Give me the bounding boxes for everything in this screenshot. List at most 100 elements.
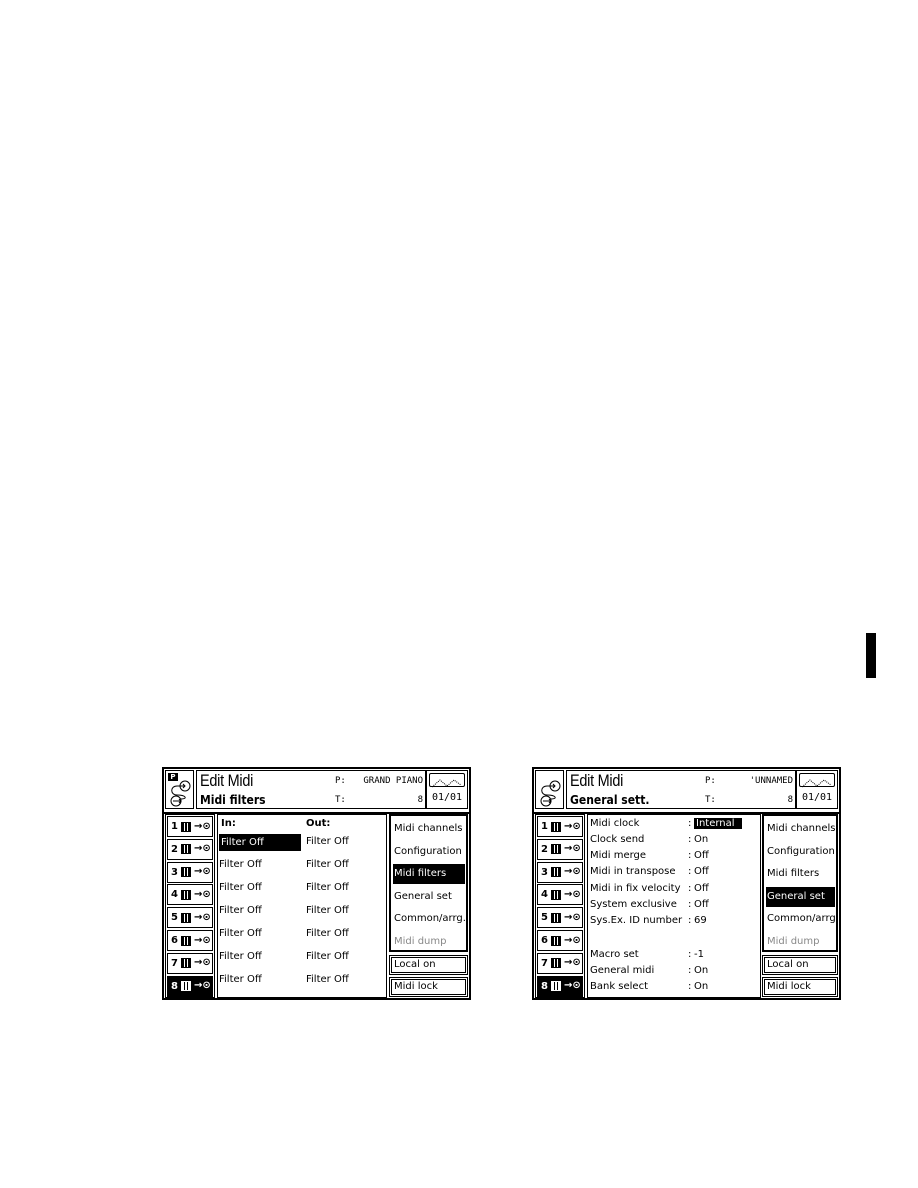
setting-label: Midi in transpose [590,866,676,877]
track-button-5[interactable]: 5 →⊙ [167,907,213,929]
midi-port-icon: →⊙ [563,911,581,923]
filter-in-value[interactable]: Filter Off [219,951,262,962]
track-number: 1 [171,821,178,832]
track-number: 8 [541,980,548,992]
menu-item-midi-filters[interactable]: Midi filters [766,864,835,884]
filter-in-value[interactable]: Filter Off [219,974,262,985]
out-header: Out: [306,818,331,829]
track-button-7[interactable]: 7 →⊙ [167,952,213,974]
menu-item-midi-channels[interactable]: Midi channels [766,819,836,839]
setting-value[interactable]: Internal [694,818,742,829]
keyboard-icon [180,867,191,878]
track-button-1[interactable]: 1 →⊙ [167,816,213,837]
track-number: 8 [171,980,178,992]
settings-panel: Midi clock: Internal Clock send: On Midi mer… [587,814,761,998]
track-button-1[interactable]: 1 →⊙ [537,816,583,837]
setting-label: Midi clock [590,818,640,829]
track-button-6[interactable]: 6 →⊙ [167,930,213,951]
menu-item-common-arrg[interactable]: Common/arrg. [766,909,839,929]
menu-item-configuration[interactable]: Configuration [393,842,465,862]
midi-port-icon: →⊙ [563,843,581,855]
track-number: 3 [171,866,178,878]
wave-icon [429,773,465,788]
track-button-8[interactable]: 8 →⊙ [537,975,583,997]
menu-item-common-arrg[interactable]: Common/arrg. [393,909,466,929]
track-number: 6 [541,935,548,946]
setting-label: Midi in fix velocity [590,883,681,894]
performance-name: GRAND PIANO [363,776,423,786]
track-button-8[interactable]: 8 →⊙ [167,975,213,997]
track-button-5[interactable]: 5 →⊙ [537,907,583,929]
setting-separator: : [688,899,692,910]
midi-lock-button[interactable]: Midi lock [762,977,838,997]
track-list: 1 →⊙ 2 →⊙ 3 →⊙ 4 →⊙ 5 →⊙ 6 →⊙ 7 →⊙ 8 →⊙ [165,814,215,998]
track-button-4[interactable]: 4 →⊙ [167,884,213,906]
setting-separator: : [688,981,692,992]
header-main: Edit Midi General sett. P: 'UNNAMED T: 8 [566,770,796,809]
setting-value[interactable]: Off [694,883,709,894]
filter-out-value[interactable]: Filter Off [306,836,349,847]
track-button-6[interactable]: 6 →⊙ [537,930,583,951]
track-number: 3 [541,866,548,878]
track-number: 2 [171,843,178,855]
filter-in-value[interactable]: Filter Off [219,905,262,916]
setting-value[interactable]: On [694,965,708,976]
wave-icon [799,773,835,788]
filter-in-value[interactable]: Filter Off [219,882,262,893]
header-main: Edit Midi Midi filters P: GRAND PIANO T:… [196,770,426,809]
setting-label: Sys.Ex. ID number [590,915,683,926]
track-button-2[interactable]: 2 →⊙ [167,838,213,860]
filters-panel: In: Out: Filter Off Filter Off Filter Off F… [217,814,387,998]
filter-out-value[interactable]: Filter Off [306,859,349,870]
keyboard-icon [550,981,561,992]
setting-value[interactable]: -1 [694,949,704,960]
filter-out-value[interactable]: Filter Off [306,928,349,939]
track-button-2[interactable]: 2 →⊙ [537,838,583,860]
filter-in-value[interactable]: Filter Off [219,928,262,939]
keyboard-icon [180,958,191,969]
screen-general-settings: Edit Midi General sett. P: 'UNNAMED T: 8… [532,767,841,1000]
setting-value[interactable]: Off [694,850,709,861]
midi-port-icon: →⊙ [193,934,211,946]
track-number: 5 [171,912,178,924]
menu-item-configuration[interactable]: Configuration [766,842,835,862]
track-number: 1 [541,821,548,832]
filter-out-value[interactable]: Filter Off [306,905,349,916]
setting-value[interactable]: On [694,834,708,845]
filter-out-value[interactable]: Filter Off [306,882,349,893]
track-button-7[interactable]: 7 →⊙ [537,952,583,974]
midi-port-icon: →⊙ [193,957,211,969]
setting-separator: : [688,883,692,894]
filter-out-value[interactable]: Filter Off [306,974,349,985]
local-on-button[interactable]: Local on [389,955,468,975]
track-value: 8 [417,795,423,805]
midi-port-icon: →⊙ [563,820,581,832]
setting-separator: : [688,949,692,960]
track-number: 7 [171,957,178,969]
side-menu: Midi channels Configuration Midi filters Ge… [762,814,839,952]
menu-item-general-set[interactable]: General set [393,887,465,907]
setting-value[interactable]: Off [694,866,709,877]
midi-port-icon: →⊙ [563,980,581,992]
page-number: 01/01 [801,792,833,803]
filter-in-value[interactable]: Filter Off [219,859,262,870]
setting-value[interactable]: 69 [694,915,707,926]
filter-in-value[interactable]: Filter Off [219,834,301,851]
midi-port-icon: →⊙ [193,888,211,900]
menu-item-midi-dump: Midi dump [394,935,447,947]
track-button-3[interactable]: 3 →⊙ [167,861,213,883]
midi-port-icon: →⊙ [563,957,581,969]
track-number: 4 [541,889,548,901]
menu-item-midi-channels[interactable]: Midi channels [393,819,465,839]
track-number: 7 [541,957,548,969]
midi-port-icon: →⊙ [193,866,211,878]
track-button-3[interactable]: 3 →⊙ [537,861,583,883]
track-button-4[interactable]: 4 →⊙ [537,884,583,906]
menu-item-midi-filters[interactable]: Midi filters [393,864,465,884]
midi-lock-button[interactable]: Midi lock [389,977,468,997]
setting-value[interactable]: Off [694,899,709,910]
setting-value[interactable]: On [694,981,708,992]
menu-item-general-set[interactable]: General set [766,886,835,907]
filter-out-value[interactable]: Filter Off [306,951,349,962]
local-on-button[interactable]: Local on [762,955,838,975]
